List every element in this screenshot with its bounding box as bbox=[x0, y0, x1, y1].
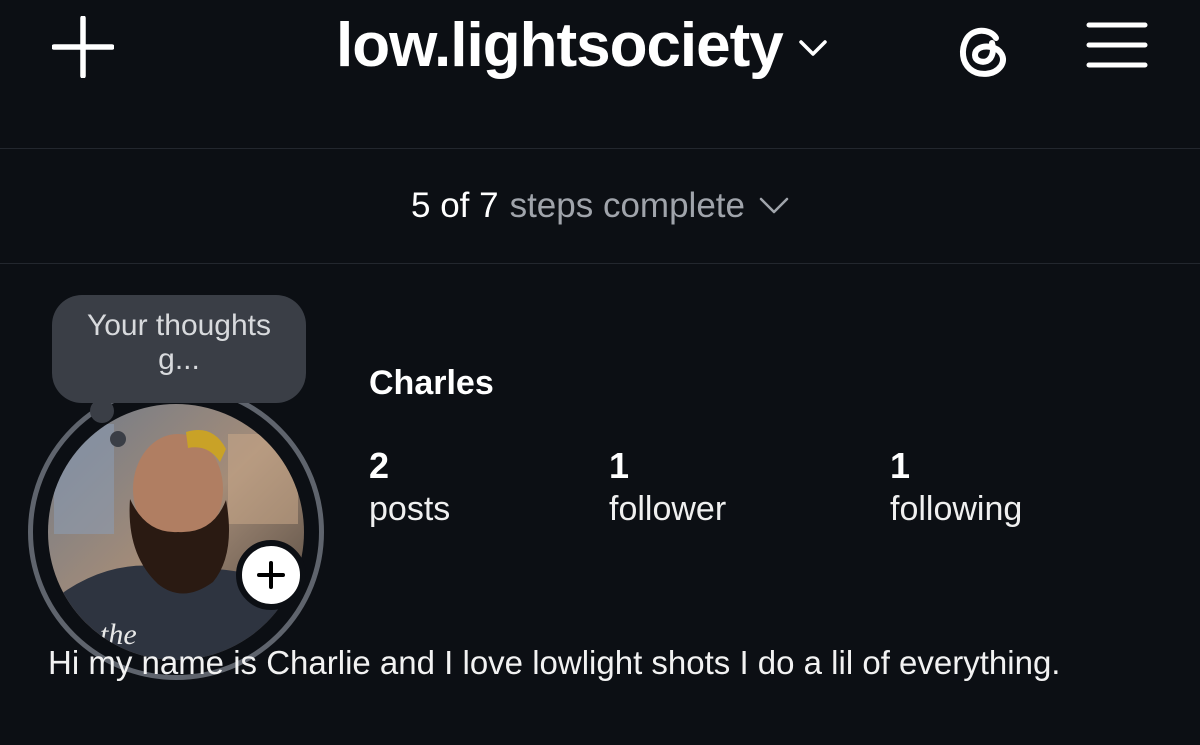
top-bar: low.lightsociety bbox=[0, 0, 1200, 148]
following-stat[interactable]: 1 following bbox=[890, 446, 1022, 532]
note-bubble[interactable]: Your thoughts g... bbox=[52, 295, 306, 403]
followers-stat[interactable]: 1 follower bbox=[609, 446, 726, 532]
profile-photo: the bbox=[48, 404, 304, 660]
menu-button[interactable] bbox=[1086, 20, 1148, 70]
posts-stat[interactable]: 2 posts bbox=[369, 446, 450, 532]
followers-label: follower bbox=[609, 490, 727, 528]
threads-button[interactable] bbox=[952, 16, 1016, 80]
profile-avatar-section: the Your thoughts g... bbox=[28, 295, 328, 680]
username-title: low.lightsociety bbox=[336, 10, 784, 80]
note-bubble-tail bbox=[90, 399, 114, 423]
followers-count: 1 bbox=[609, 445, 630, 486]
profile-bio: Hi my name is Charlie and I love lowligh… bbox=[48, 644, 1061, 681]
posts-count: 2 bbox=[369, 445, 390, 486]
plus-icon bbox=[51, 15, 115, 79]
following-label: following bbox=[890, 490, 1023, 528]
threads-icon bbox=[959, 27, 1006, 77]
avatar[interactable]: the bbox=[48, 404, 304, 660]
profile-setup-progress[interactable]: 5 of 7 steps complete bbox=[0, 150, 1200, 262]
note-text: Your thoughts g... bbox=[86, 309, 272, 376]
steps-count: 5 of 7 bbox=[411, 186, 499, 225]
add-story-button[interactable] bbox=[236, 540, 306, 610]
hamburger-menu-icon bbox=[1086, 22, 1148, 68]
steps-label: steps complete bbox=[509, 186, 745, 225]
following-count: 1 bbox=[890, 445, 911, 486]
account-switcher[interactable]: low.lightsociety bbox=[336, 10, 827, 80]
divider bbox=[0, 148, 1200, 149]
posts-label: posts bbox=[369, 490, 451, 528]
plus-icon bbox=[257, 561, 285, 589]
note-bubble-tail bbox=[110, 431, 126, 447]
chevron-down-icon bbox=[799, 40, 827, 56]
profile-name: Charles bbox=[369, 364, 494, 402]
chevron-down-icon bbox=[759, 197, 789, 214]
divider bbox=[0, 263, 1200, 264]
create-button[interactable] bbox=[51, 15, 115, 79]
